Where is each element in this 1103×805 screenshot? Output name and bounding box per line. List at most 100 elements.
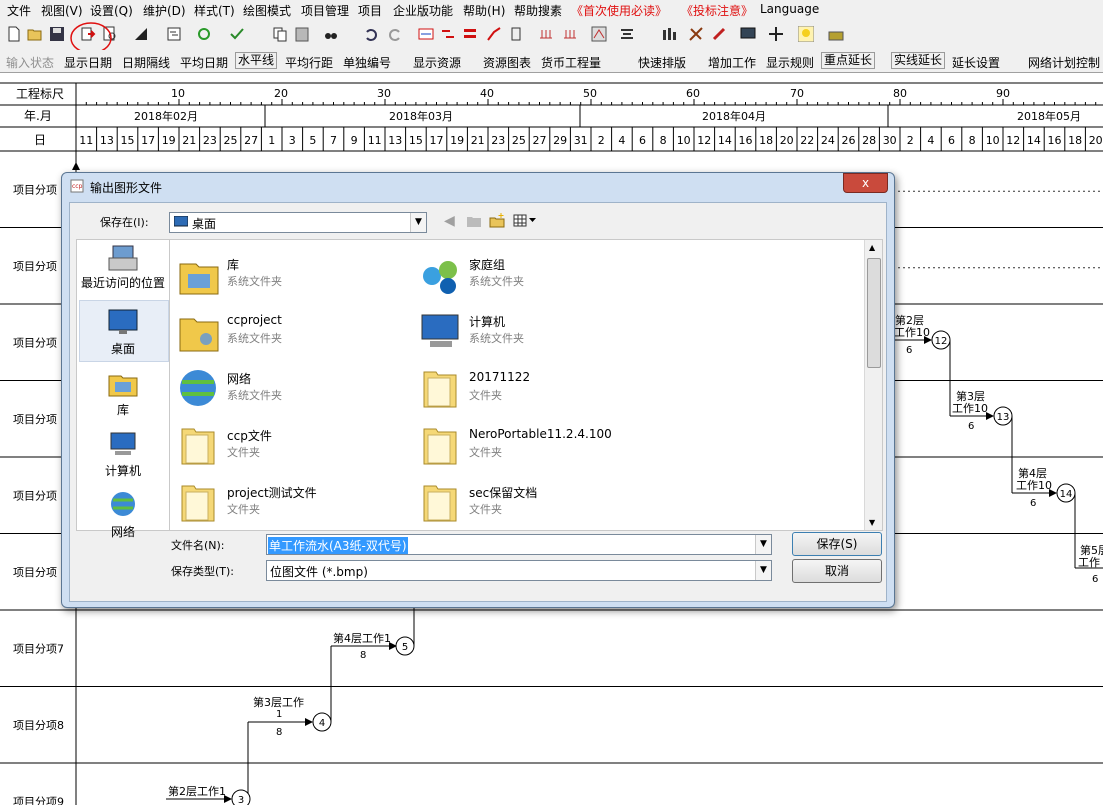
avg-date-button[interactable]: 平均日期 bbox=[180, 54, 228, 71]
monitor-icon[interactable] bbox=[740, 26, 756, 42]
menu-view[interactable]: 视图(V) bbox=[41, 2, 83, 19]
filetype-select[interactable]: 位图文件 (*.bmp) ▼ bbox=[266, 560, 772, 581]
menu-project[interactable]: 项目 bbox=[358, 2, 382, 19]
menu-first-use[interactable]: 《首次使用必读》 bbox=[571, 2, 667, 19]
save-in-select[interactable]: 桌面 ▼ bbox=[169, 212, 427, 233]
menu-maintain[interactable]: 维护(D) bbox=[143, 2, 186, 19]
date-gap-button[interactable]: 日期隔线 bbox=[122, 54, 170, 71]
line-tool-icon[interactable] bbox=[133, 26, 149, 42]
cancel-button[interactable]: 取消 bbox=[792, 559, 882, 583]
back-icon[interactable]: ◀ bbox=[444, 213, 455, 229]
save-button[interactable]: 保存(S) bbox=[792, 532, 882, 556]
month-header: 年.月 bbox=[24, 109, 52, 123]
file-item[interactable]: 家庭组 系统文件夹 bbox=[414, 248, 644, 298]
file-item[interactable]: 库系统文件夹 bbox=[172, 248, 402, 298]
timeline-icon[interactable] bbox=[440, 26, 456, 42]
crosshair-icon[interactable] bbox=[768, 26, 784, 42]
task-floor4-work1: 第4层工作1 8 5 bbox=[330, 607, 415, 722]
place-computer[interactable]: 计算机 bbox=[77, 429, 169, 479]
show-date-button[interactable]: 显示日期 bbox=[64, 54, 112, 71]
redo-icon[interactable] bbox=[387, 26, 403, 42]
new-file-icon[interactable] bbox=[6, 26, 22, 42]
place-recent[interactable]: 最近访问的位置 bbox=[77, 244, 169, 290]
network-icon bbox=[180, 370, 216, 406]
find-icon[interactable] bbox=[323, 26, 339, 42]
network-control-button[interactable]: 网络计划控制 bbox=[1028, 54, 1100, 71]
network-place-icon bbox=[111, 492, 135, 516]
add-work-button[interactable]: 增加工作 bbox=[708, 54, 756, 71]
file-item[interactable]: 计算机 系统文件夹 bbox=[414, 305, 644, 355]
scroll-up-icon[interactable]: ▲ bbox=[869, 243, 875, 252]
outline-icon[interactable] bbox=[166, 26, 182, 42]
place-library[interactable]: 库 bbox=[77, 368, 169, 418]
copy-icon[interactable] bbox=[272, 26, 288, 42]
file-item[interactable]: ccp文件 文件夹 bbox=[172, 419, 402, 469]
undo-icon[interactable] bbox=[363, 26, 379, 42]
file-item[interactable]: ccproject 系统文件夹 bbox=[172, 305, 402, 355]
file-list[interactable]: ▲ ▼ 库系统文件夹 家庭组 系统文件夹 ccproject 系统文件夹 计算机 系统文件夹… bbox=[169, 239, 883, 531]
hline-button[interactable]: 水平线 bbox=[235, 52, 278, 69]
file-item[interactable]: sec保留文档 文件夹 bbox=[414, 476, 644, 526]
input-state-button[interactable]: 输入状态 bbox=[6, 54, 54, 71]
single-number-button[interactable]: 单独编号 bbox=[343, 54, 391, 71]
avg-row-button[interactable]: 平均行距 bbox=[285, 54, 333, 71]
scroll-down-icon[interactable]: ▼ bbox=[869, 518, 875, 527]
currency-qty-button[interactable]: 货币工程量 bbox=[541, 54, 601, 71]
pen-icon[interactable] bbox=[711, 26, 727, 42]
save-icon[interactable] bbox=[49, 26, 65, 42]
file-item[interactable]: NeroPortable11.2.4.100 文件夹 bbox=[414, 419, 644, 469]
calendar-icon[interactable] bbox=[538, 26, 554, 42]
close-button[interactable]: x bbox=[843, 173, 888, 193]
refresh-icon[interactable] bbox=[196, 26, 212, 42]
menu-file[interactable]: 文件 bbox=[7, 2, 31, 19]
file-list-scrollbar[interactable]: ▲ ▼ bbox=[864, 240, 882, 530]
bar-chart-icon[interactable] bbox=[661, 26, 677, 42]
menu-style[interactable]: 样式(T) bbox=[194, 2, 235, 19]
menu-project-manage[interactable]: 项目管理 bbox=[301, 2, 349, 19]
key-extend-button[interactable]: 重点延长 bbox=[821, 52, 876, 69]
place-network[interactable]: 网络 bbox=[77, 490, 169, 540]
folder-icon bbox=[423, 371, 457, 408]
menu-bid-notice[interactable]: 《投标注意》 bbox=[681, 2, 753, 19]
bulb-icon[interactable] bbox=[798, 26, 814, 42]
menu-enterprise[interactable]: 企业版功能 bbox=[393, 2, 453, 19]
view-menu-icon[interactable] bbox=[513, 214, 537, 227]
resource-icon[interactable] bbox=[508, 26, 524, 42]
menu-language[interactable]: Language bbox=[760, 2, 819, 16]
show-resource-button[interactable]: 显示资源 bbox=[413, 54, 461, 71]
menu-draw-mode[interactable]: 绘图模式 bbox=[243, 2, 291, 19]
resource-chart-button[interactable]: 资源图表 bbox=[483, 54, 531, 71]
row-label: 项目分项 bbox=[13, 489, 57, 502]
place-desktop[interactable]: 桌面 bbox=[77, 307, 169, 357]
gantt-icon[interactable] bbox=[462, 26, 478, 42]
filename-input[interactable]: 单工作流水(A3纸-双代号) ▼ bbox=[266, 534, 772, 555]
calendar2-icon[interactable] bbox=[562, 26, 578, 42]
task-layer-5: 第5层 工作 6 bbox=[1075, 543, 1103, 585]
tools-icon[interactable] bbox=[688, 26, 704, 42]
menu-help[interactable]: 帮助(H) bbox=[463, 2, 505, 19]
check-icon[interactable] bbox=[229, 26, 245, 42]
show-rules-button[interactable]: 显示规则 bbox=[766, 54, 814, 71]
file-item-type: 系统文件夹 bbox=[469, 275, 524, 288]
file-item-name: 家庭组 bbox=[469, 258, 506, 272]
quick-schedule-button[interactable]: 快速排版 bbox=[638, 54, 686, 71]
menu-settings[interactable]: 设置(Q) bbox=[90, 2, 133, 19]
scroll-thumb[interactable] bbox=[867, 258, 881, 368]
curve-icon[interactable] bbox=[486, 26, 502, 42]
folder-up-icon[interactable] bbox=[828, 26, 844, 42]
open-folder-icon[interactable] bbox=[27, 26, 43, 42]
solid-extend-button[interactable]: 实线延长 bbox=[891, 52, 946, 69]
ruler-tick-label: 40 bbox=[480, 87, 494, 100]
file-item[interactable]: 20171122 文件夹 bbox=[414, 362, 644, 412]
menu-help-search[interactable]: 帮助搜素 bbox=[514, 2, 562, 19]
up-folder-icon[interactable] bbox=[466, 214, 482, 228]
chart-a-icon[interactable] bbox=[591, 26, 607, 42]
network-chart-icon[interactable] bbox=[418, 26, 434, 42]
file-item[interactable]: project测试文件 文件夹 bbox=[172, 476, 402, 526]
extend-settings-button[interactable]: 延长设置 bbox=[952, 54, 1000, 71]
align-icon[interactable] bbox=[619, 26, 635, 42]
file-item[interactable]: 网络 系统文件夹 bbox=[172, 362, 402, 412]
paste-icon[interactable] bbox=[294, 26, 310, 42]
day-label: 12 bbox=[697, 134, 711, 147]
new-folder-icon[interactable] bbox=[489, 213, 505, 228]
